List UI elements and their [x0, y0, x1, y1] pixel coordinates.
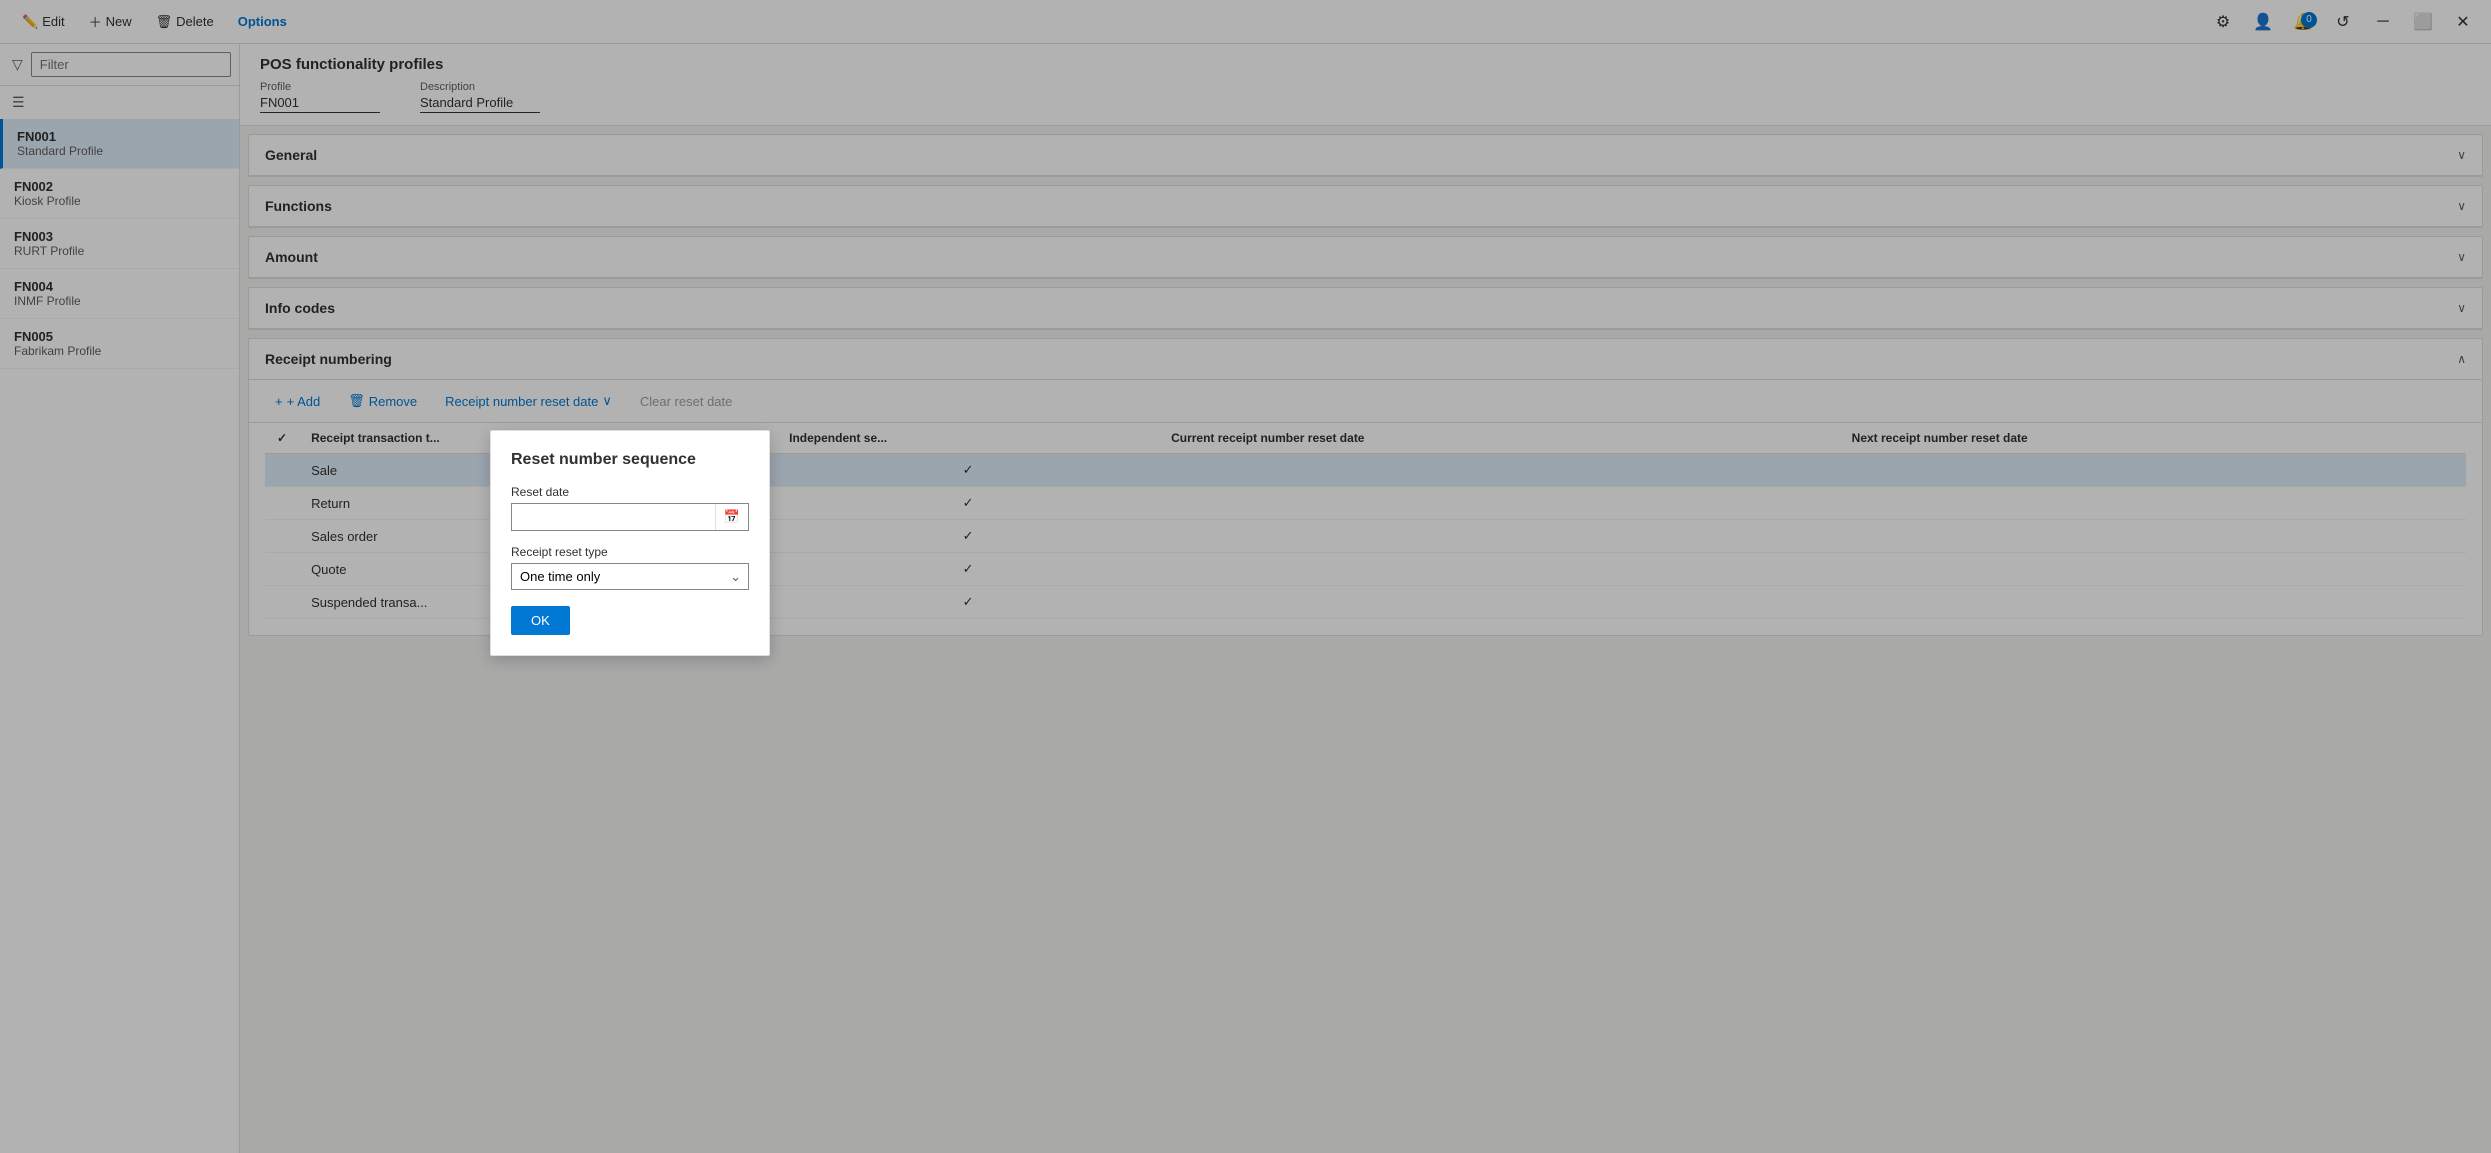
receipt-reset-type-select-wrapper: One time only Daily Monthly Yearly — [511, 563, 749, 590]
modal-button-row: OK — [511, 606, 749, 635]
reset-date-input[interactable] — [512, 505, 715, 530]
receipt-reset-type-select[interactable]: One time only Daily Monthly Yearly — [511, 563, 749, 590]
reset-date-label: Reset date — [511, 485, 749, 499]
reset-date-field: Reset date 📅 — [511, 485, 749, 531]
modal-title: Reset number sequence — [511, 451, 749, 469]
reset-date-input-wrapper: 📅 — [511, 503, 749, 531]
reset-number-sequence-modal: Reset number sequence Reset date 📅 Recei… — [490, 430, 770, 656]
receipt-reset-type-label: Receipt reset type — [511, 545, 749, 559]
receipt-reset-type-field: Receipt reset type One time only Daily M… — [511, 545, 749, 590]
modal-overlay: Reset number sequence Reset date 📅 Recei… — [0, 0, 2491, 1153]
ok-button[interactable]: OK — [511, 606, 570, 635]
calendar-icon[interactable]: 📅 — [715, 504, 748, 530]
